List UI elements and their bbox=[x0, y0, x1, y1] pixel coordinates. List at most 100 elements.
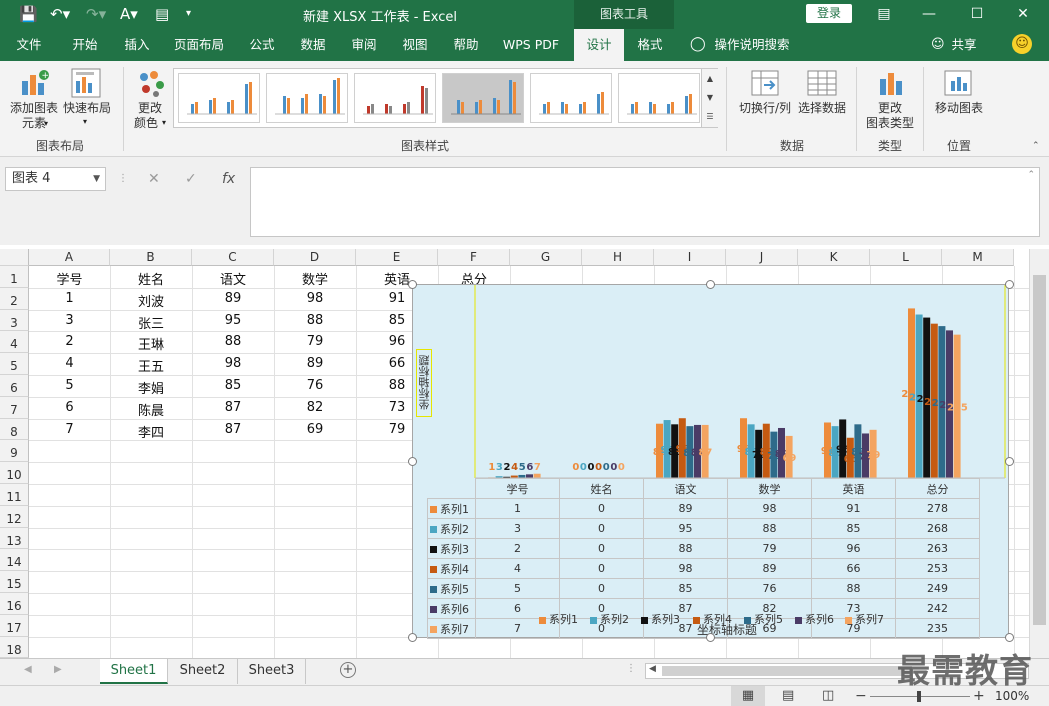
row-header-16[interactable]: 16 bbox=[0, 593, 29, 615]
maximize-icon[interactable]: ☐ bbox=[966, 3, 988, 25]
minimize-icon[interactable]: — bbox=[918, 3, 940, 25]
resize-handle-tl[interactable] bbox=[408, 280, 417, 289]
data-cell[interactable]: 79 bbox=[274, 334, 356, 349]
login-button[interactable]: 登录 bbox=[806, 4, 852, 23]
legend-item[interactable]: 系列6 bbox=[795, 611, 834, 627]
legend-item[interactable]: 系列3 bbox=[641, 611, 680, 627]
tab-format[interactable]: 格式 bbox=[626, 29, 674, 61]
quick-layout-dropdown-icon[interactable]: ▾ bbox=[83, 117, 87, 126]
data-cell[interactable]: 76 bbox=[274, 378, 356, 393]
chart-style-4[interactable] bbox=[442, 73, 524, 123]
select-all-corner[interactable] bbox=[0, 249, 29, 266]
move-chart-icon[interactable] bbox=[943, 67, 975, 99]
row-header-17[interactable]: 17 bbox=[0, 614, 29, 637]
data-cell[interactable]: 98 bbox=[274, 291, 356, 306]
zoom-slider-thumb[interactable] bbox=[917, 691, 921, 702]
collapse-ribbon-icon[interactable]: ⌃ bbox=[1032, 141, 1040, 151]
add-chart-element-label[interactable]: 添加图表 bbox=[4, 101, 64, 116]
legend-item[interactable]: 系列2 bbox=[590, 611, 629, 627]
resize-handle-tr[interactable] bbox=[1005, 280, 1014, 289]
select-data-label[interactable]: 选择数据 bbox=[796, 101, 848, 116]
data-cell[interactable]: 刘波 bbox=[110, 291, 192, 310]
legend-item[interactable]: 系列7 bbox=[845, 611, 884, 627]
change-colors-label[interactable]: 更改 bbox=[130, 101, 170, 116]
tell-me-search[interactable]: 操作说明搜索 bbox=[712, 29, 792, 61]
data-cell[interactable]: 89 bbox=[192, 291, 274, 306]
tab-home[interactable]: 开始 bbox=[60, 29, 110, 61]
tab-review[interactable]: 审阅 bbox=[340, 29, 388, 61]
change-chart-type-label2[interactable]: 图表类型 bbox=[864, 116, 916, 131]
change-chart-type-label[interactable]: 更改 bbox=[864, 101, 916, 116]
ribbon-display-icon[interactable]: ▤ bbox=[873, 3, 895, 25]
chart-style-5[interactable] bbox=[530, 73, 612, 123]
add-chart-element-icon[interactable]: + bbox=[18, 67, 50, 99]
zoom-out-icon[interactable]: − bbox=[855, 686, 867, 706]
scroll-left-icon[interactable]: ◀ bbox=[649, 664, 656, 674]
column-header-l[interactable]: L bbox=[870, 249, 942, 266]
tab-design[interactable]: 设计 bbox=[574, 29, 624, 61]
select-data-icon[interactable] bbox=[806, 67, 838, 99]
switch-row-column-label[interactable]: 切换行/列 bbox=[734, 101, 796, 116]
data-cell[interactable]: 王琳 bbox=[110, 334, 192, 353]
column-header-f[interactable]: F bbox=[438, 249, 510, 266]
page-break-view-icon[interactable]: ◫ bbox=[822, 686, 834, 706]
data-cell[interactable]: 69 bbox=[274, 422, 356, 437]
y-axis-title[interactable]: 坐标轴标题 bbox=[416, 349, 432, 417]
data-cell[interactable]: 95 bbox=[192, 313, 274, 328]
data-cell[interactable]: 李四 bbox=[110, 422, 192, 441]
row-header-12[interactable]: 12 bbox=[0, 505, 29, 528]
data-cell[interactable]: 王五 bbox=[110, 356, 192, 375]
data-cell[interactable]: 张三 bbox=[110, 313, 192, 332]
row-header-10[interactable]: 10 bbox=[0, 462, 29, 484]
tab-data[interactable]: 数据 bbox=[289, 29, 337, 61]
row-header-15[interactable]: 15 bbox=[0, 571, 29, 593]
chart-style-1[interactable] bbox=[178, 73, 260, 123]
row-header-2[interactable]: 2 bbox=[0, 287, 29, 310]
resize-handle-tc[interactable] bbox=[706, 280, 715, 289]
data-cell[interactable]: 5 bbox=[29, 378, 110, 393]
row-header-3[interactable]: 3 bbox=[0, 309, 29, 332]
data-cell[interactable]: 李娟 bbox=[110, 378, 192, 397]
horizontal-scroll-thumb[interactable] bbox=[662, 666, 912, 676]
column-header-g[interactable]: G bbox=[510, 249, 582, 266]
row-header-14[interactable]: 14 bbox=[0, 549, 29, 572]
resize-handle-mr[interactable] bbox=[1005, 457, 1014, 466]
tab-insert[interactable]: 插入 bbox=[112, 29, 162, 61]
data-cell[interactable]: 88 bbox=[192, 334, 274, 349]
row-header-8[interactable]: 8 bbox=[0, 418, 29, 441]
header-cell[interactable]: 学号 bbox=[29, 269, 110, 288]
data-cell[interactable]: 1 bbox=[29, 291, 110, 306]
expand-formula-icon[interactable]: ⌃ bbox=[1027, 170, 1035, 180]
formula-input[interactable]: ⌃ bbox=[250, 167, 1040, 237]
gallery-down-icon[interactable]: ▼ bbox=[702, 88, 718, 107]
chart-style-6[interactable] bbox=[618, 73, 700, 123]
column-header-e[interactable]: E bbox=[356, 249, 438, 266]
column-header-h[interactable]: H bbox=[582, 249, 654, 266]
row-header-11[interactable]: 11 bbox=[0, 484, 29, 506]
row-header-13[interactable]: 13 bbox=[0, 527, 29, 550]
data-cell[interactable]: 87 bbox=[192, 422, 274, 437]
quick-layout-icon[interactable] bbox=[70, 67, 102, 99]
chart-style-3[interactable] bbox=[354, 73, 436, 123]
data-cell[interactable]: 89 bbox=[274, 356, 356, 371]
row-header-9[interactable]: 9 bbox=[0, 440, 29, 463]
tab-help[interactable]: 帮助 bbox=[442, 29, 490, 61]
cancel-icon[interactable]: ✕ bbox=[148, 167, 160, 191]
data-cell[interactable]: 7 bbox=[29, 422, 110, 437]
share-button[interactable]: 共享 bbox=[948, 29, 980, 61]
data-cell[interactable]: 6 bbox=[29, 400, 110, 415]
column-header-i[interactable]: I bbox=[654, 249, 726, 266]
data-cell[interactable]: 87 bbox=[192, 400, 274, 415]
smiley-icon[interactable]: ☺ bbox=[1012, 34, 1032, 54]
data-cell[interactable]: 4 bbox=[29, 356, 110, 371]
data-cell[interactable]: 98 bbox=[192, 356, 274, 371]
move-chart-label[interactable]: 移动图表 bbox=[930, 101, 988, 116]
sheet-tab-3[interactable]: Sheet3 bbox=[238, 659, 306, 684]
row-header-7[interactable]: 7 bbox=[0, 396, 29, 419]
gallery-more-icon[interactable]: ☰ bbox=[702, 107, 718, 126]
normal-view-icon[interactable]: ▦ bbox=[731, 686, 765, 706]
gallery-scroll[interactable]: ▲ ▼ ☰ bbox=[701, 69, 718, 127]
add-element-dropdown-icon[interactable]: ▾ bbox=[44, 119, 48, 128]
column-header-d[interactable]: D bbox=[274, 249, 356, 266]
enter-icon[interactable]: ✓ bbox=[185, 167, 197, 191]
